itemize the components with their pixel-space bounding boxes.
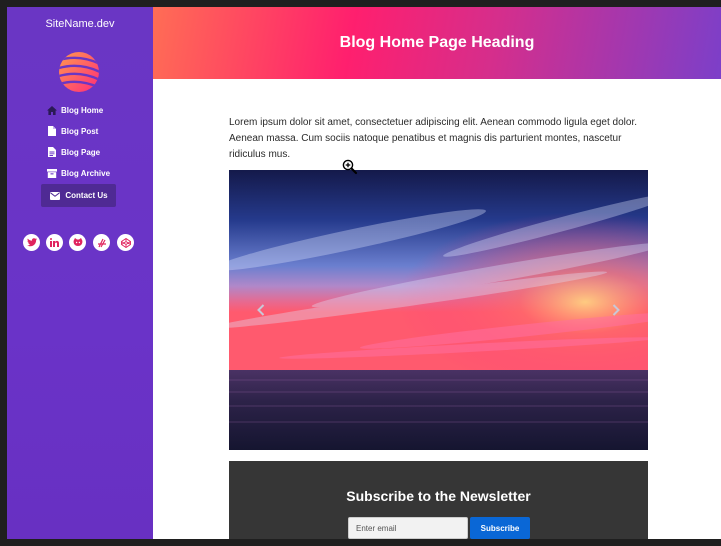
github-link[interactable]: [69, 234, 86, 251]
sidebar-item-blog-archive[interactable]: Blog Archive: [46, 164, 110, 182]
intro-paragraph: Lorem ipsum dolor sit amet, consectetuer…: [229, 117, 638, 160]
sidebar-item-contact-us[interactable]: Contact Us: [41, 184, 116, 207]
sidebar-item-blog-post[interactable]: Blog Post: [46, 122, 98, 140]
envelope-icon: [49, 190, 61, 202]
chevron-left-icon: [257, 304, 265, 316]
newsletter-section: Subscribe to the Newsletter Subscribe: [229, 461, 648, 539]
home-icon: [46, 104, 58, 116]
sidebar-item-label: Blog Post: [61, 126, 99, 136]
archive-icon: [46, 167, 58, 179]
carousel-prev-button[interactable]: [253, 300, 269, 320]
twitter-link[interactable]: [23, 234, 40, 251]
linkedin-icon: [50, 238, 59, 247]
file-text-icon: [46, 146, 58, 158]
sidebar-item-blog-home[interactable]: Blog Home: [46, 101, 103, 119]
zoom-in-cursor-icon: [342, 159, 358, 175]
page-title: Blog Home Page Heading: [339, 34, 535, 51]
carousel-next-button[interactable]: [608, 300, 624, 320]
newsletter-title: Subscribe to the Newsletter: [346, 488, 531, 504]
file-icon: [46, 125, 58, 137]
chevron-right-icon: [612, 304, 620, 316]
sidebar-item-blog-page[interactable]: Blog Page: [46, 143, 100, 161]
sidebar-item-label: Contact Us: [65, 191, 108, 200]
codepen-icon: [120, 237, 131, 248]
twitter-icon: [26, 238, 37, 247]
sidebar-item-label: Blog Home: [61, 105, 104, 115]
site-name[interactable]: SiteName.dev: [7, 18, 153, 30]
sidebar-item-label: Blog Page: [61, 147, 101, 157]
sidebar: SiteName.dev Blog Home Blog Post Blog Pa…: [7, 7, 153, 539]
main-content: Lorem ipsum dolor sit amet, consectetuer…: [153, 79, 721, 539]
codepen-link[interactable]: [117, 234, 134, 251]
page-header: Blog Home Page Heading: [153, 7, 721, 79]
github-icon: [73, 237, 82, 246]
jsfiddle-icon: [97, 238, 106, 247]
jsfiddle-link[interactable]: [93, 234, 110, 251]
browser-viewport: SiteName.dev Blog Home Blog Post Blog Pa…: [7, 7, 721, 539]
image-carousel[interactable]: [229, 170, 648, 450]
sunset-image: [229, 170, 648, 450]
subscribe-button[interactable]: Subscribe: [470, 517, 530, 539]
email-input[interactable]: [348, 517, 468, 539]
globe-logo-icon[interactable]: [58, 51, 100, 93]
linkedin-link[interactable]: [46, 234, 63, 251]
sidebar-item-label: Blog Archive: [61, 168, 111, 178]
